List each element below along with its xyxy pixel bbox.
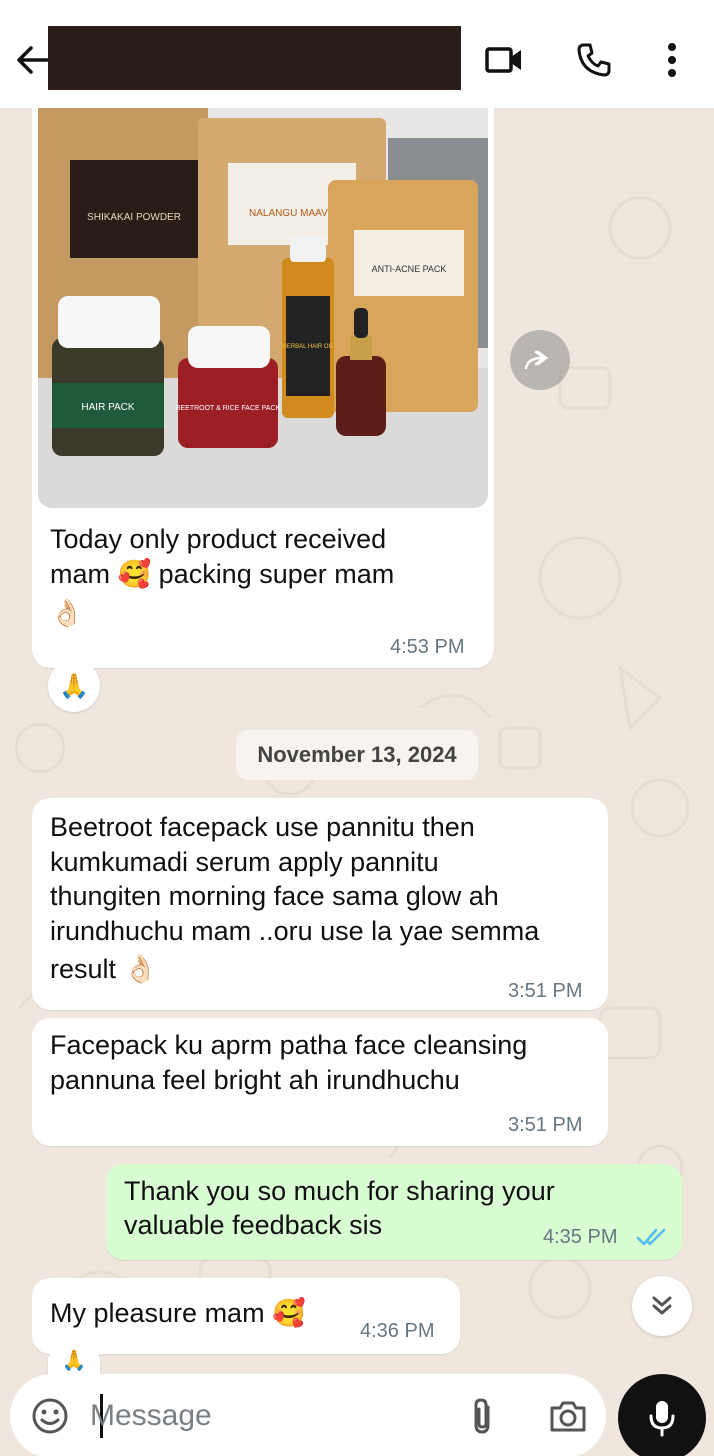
message-text-line: Thank you so much for sharing your — [124, 1176, 555, 1206]
product-label-hair-oil: HERBAL HAIR OIL — [282, 344, 334, 350]
image-message[interactable]: SHIKAKAI POWDER NALANGU MAAVU ANTI-ACNE … — [32, 108, 494, 668]
message-text: result — [50, 954, 117, 984]
product-label-anti-acne: ANTI-ACNE PACK — [372, 264, 447, 274]
product-photo[interactable]: SHIKAKAI POWDER NALANGU MAAVU ANTI-ACNE … — [38, 108, 488, 508]
message-text: packing super mam — [158, 559, 395, 589]
video-call-button[interactable] — [482, 38, 526, 82]
forward-icon — [524, 350, 549, 370]
outgoing-message-bubble[interactable]: Thank you so much for sharing your valua… — [106, 1164, 682, 1260]
contact-info[interactable] — [48, 26, 461, 90]
message-bubble[interactable]: Facepack ku aprm patha face cleansing pa… — [32, 1018, 608, 1146]
smiley-icon — [32, 1398, 68, 1434]
message-text-line: pannuna feel bright ah irundhuchu — [50, 1065, 460, 1095]
date-divider: November 13, 2024 — [236, 730, 478, 780]
camera-icon — [550, 1401, 586, 1432]
message-text-line: irundhuchu mam ..oru use la yae semma — [50, 915, 540, 946]
message-text-line: thungiten morning face sama glow ah — [50, 881, 499, 911]
arrow-left-icon — [17, 46, 49, 74]
microphone-icon — [649, 1401, 675, 1437]
emoji-smiling-hearts: 🥰 — [272, 1298, 306, 1328]
paperclip-icon — [474, 1398, 490, 1434]
scroll-to-bottom-button[interactable] — [632, 1276, 692, 1336]
voice-message-button[interactable] — [618, 1374, 706, 1456]
chat-header — [0, 0, 714, 108]
reaction-badge[interactable]: 🙏 — [48, 660, 100, 712]
message-text-line: kumkumadi serum apply pannitu — [50, 846, 439, 877]
message-timestamp: 3:51 PM — [508, 980, 583, 1002]
product-label-hair-pack: HAIR PACK — [81, 402, 134, 413]
emoji-ok-hand: 👌🏻 — [123, 954, 158, 984]
message-timestamp: 3:51 PM — [508, 1114, 583, 1136]
phone-icon — [577, 43, 611, 77]
overflow-menu-button[interactable] — [650, 38, 694, 82]
video-camera-icon — [485, 47, 521, 73]
message-timestamp: 4:35 PM — [543, 1226, 618, 1248]
message-timestamp: 4:36 PM — [360, 1320, 435, 1342]
read-receipt-icon — [636, 1228, 666, 1246]
product-label-nalangu: NALANGU MAAVU — [249, 208, 335, 219]
message-text: My pleasure mam — [50, 1298, 265, 1328]
camera-button[interactable] — [544, 1392, 592, 1440]
product-label-shikakai: SHIKAKAI POWDER — [87, 212, 181, 223]
forward-button[interactable] — [510, 330, 570, 390]
message-text: mam — [50, 559, 110, 589]
attach-button[interactable] — [458, 1392, 506, 1440]
emoji-ok-hand: 👌🏻 — [50, 598, 84, 628]
message-text-line: Facepack ku aprm patha face cleansing — [50, 1030, 528, 1060]
message-bubble[interactable]: Beetroot facepack use pannitu then kumku… — [32, 798, 608, 1010]
message-composer — [10, 1374, 606, 1456]
message-timestamp: 4:53 PM — [390, 636, 465, 658]
voice-call-button[interactable] — [572, 38, 616, 82]
emoji-folded-hands: 🙏 — [59, 672, 89, 700]
message-bubble[interactable]: My pleasure mam 🥰 4:36 PM — [32, 1278, 460, 1354]
reaction-badge[interactable]: 🙏 — [48, 1346, 100, 1376]
message-input[interactable] — [90, 1394, 450, 1438]
chevron-double-down-icon — [652, 1296, 672, 1315]
emoji-button[interactable] — [26, 1392, 74, 1440]
message-text-line: Beetroot facepack use pannitu then — [50, 812, 475, 842]
more-vertical-icon — [668, 43, 676, 77]
message-text-line: Today only product received — [50, 524, 387, 554]
emoji-folded-hands: 🙏 — [61, 1350, 87, 1372]
product-label-beetroot: BEETROOT & RICE FACE PACK — [176, 405, 281, 412]
emoji-smiling-hearts: 🥰 — [117, 559, 152, 589]
